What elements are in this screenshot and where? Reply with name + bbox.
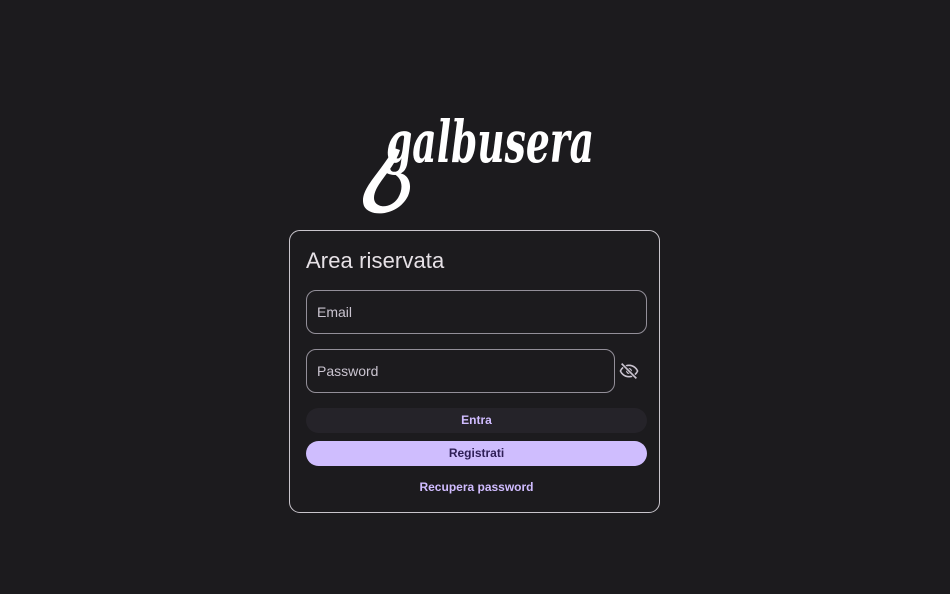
register-button[interactable]: Registrati [306, 441, 647, 466]
brand-logo: galbusera [350, 78, 600, 218]
card-title: Area riservata [306, 248, 445, 273]
password-label: Password [317, 363, 379, 379]
email-label: Email [317, 304, 353, 320]
brand-logo-graphic: galbusera [362, 108, 594, 214]
login-page: galbusera Area riservata Email Password … [0, 0, 950, 594]
enter-button[interactable]: Entra [306, 408, 647, 433]
email-field[interactable]: Email [306, 290, 647, 334]
brand-logo-text: galbusera [386, 108, 594, 176]
recover-password-link[interactable]: Recupera password [306, 480, 647, 494]
eye-off-icon[interactable] [619, 362, 639, 380]
password-field[interactable]: Password [306, 349, 615, 393]
login-card: Area riservata Email Password Entra Regi… [289, 230, 660, 513]
